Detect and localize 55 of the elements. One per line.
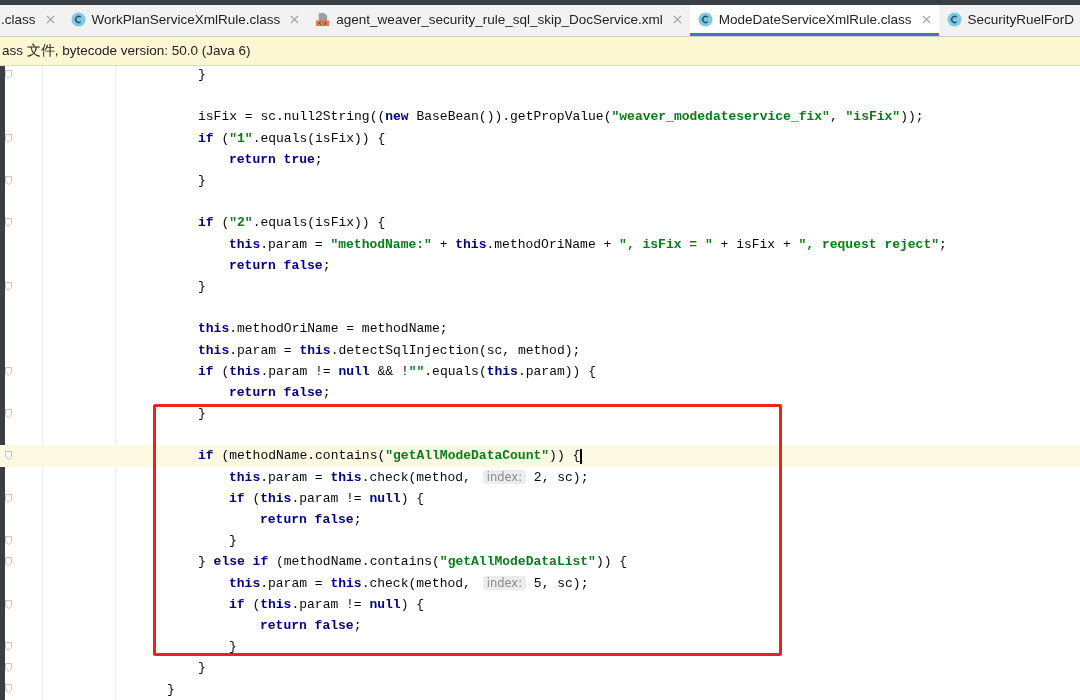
editor-tab[interactable]: WorkPlanServiceXmlRule.class (62, 5, 308, 36)
code-line: } (229, 638, 237, 656)
close-icon[interactable] (921, 14, 931, 24)
code-line: this.methodOriName = methodName; (198, 320, 448, 338)
code-line: } (198, 172, 206, 190)
code-line: if (this.param != null && !"".equals(this.param)) { (198, 362, 596, 380)
code-line: } (198, 405, 206, 423)
fold-icon[interactable] (5, 642, 12, 652)
close-icon[interactable] (45, 14, 55, 24)
code-line: } (198, 66, 206, 84)
code-line: return false; (229, 256, 331, 274)
xml-file-icon (315, 11, 331, 27)
code-line: if ("2".equals(isFix)) { (198, 214, 386, 232)
code-line: return false; (260, 616, 362, 634)
fold-icon[interactable] (5, 281, 12, 291)
code-line: } (198, 277, 206, 295)
code-line: if (this.param != null) { (229, 595, 425, 613)
close-icon[interactable] (290, 14, 300, 24)
fold-icon[interactable] (5, 70, 12, 79)
code-line: } (198, 659, 206, 677)
code-line: this.param = this.detectSqlInjection(sc, method); (198, 341, 581, 359)
code-line: return true; (229, 150, 323, 168)
editor-tab[interactable]: ModeDateServiceXmlRule.class (689, 5, 939, 36)
code-line: return false; (229, 383, 331, 401)
fold-icon[interactable] (5, 536, 12, 546)
code-line: return false; (260, 511, 362, 529)
fold-icon[interactable] (5, 493, 12, 503)
fold-icon[interactable] (5, 451, 12, 461)
fold-icon[interactable] (5, 175, 12, 185)
code-line: this.param = this.check(method, index: 5, sc); (229, 574, 589, 592)
code-line: } (229, 532, 237, 550)
fold-icon[interactable] (5, 557, 12, 567)
editor-tab[interactable]: .class (0, 5, 63, 36)
code-line: if (methodName.contains("getAllModeDataCount")) { (198, 447, 582, 465)
fold-icon[interactable] (5, 684, 12, 694)
class-file-icon (946, 11, 962, 27)
code-line: } (167, 680, 175, 698)
code-line: isFix = sc.null2String((new BaseBean()).getPropValue("weaver_modedateservice_fix", "isFix")); (198, 108, 924, 126)
class-file-icon (697, 11, 713, 27)
fold-icon[interactable] (5, 218, 12, 228)
editor-tab[interactable]: agent_weaver_security_rule_sql_skip_DocService.xml (307, 5, 690, 36)
code-line: this.param = "methodName:" + this.methodOriName + ", isFix = " + isFix + ", request reject"; (229, 235, 947, 253)
fold-icon[interactable] (5, 663, 12, 673)
editor-tab[interactable]: SecurityRuelForD (938, 5, 1080, 36)
code-line: this.param = this.check(method, index: 2, sc); (229, 468, 589, 486)
code-line: if (this.param != null) { (229, 489, 425, 507)
fold-icon[interactable] (5, 366, 12, 376)
code-line: if ("1".equals(isFix)) { (198, 129, 386, 147)
decompiled-notice-bar: ass 文件, bytecode version: 50.0 (Java 6) (0, 37, 1080, 66)
class-file-icon (70, 11, 86, 27)
code-line: } else if (methodName.contains("getAllModeDataList")) { (198, 553, 628, 571)
fold-icon[interactable] (5, 133, 12, 143)
close-icon[interactable] (672, 14, 682, 24)
fold-icon[interactable] (5, 599, 12, 609)
fold-icon[interactable] (5, 409, 12, 418)
